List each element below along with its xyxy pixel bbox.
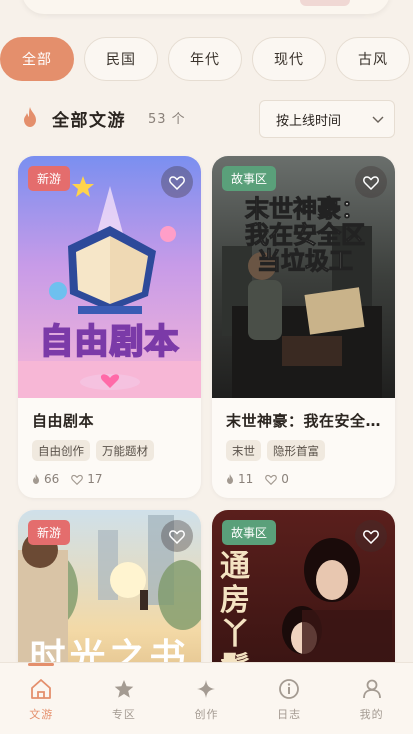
favorite-button[interactable] bbox=[161, 166, 193, 198]
badge-new: 新游 bbox=[28, 166, 71, 191]
nav-item-rizhi[interactable]: 日志 bbox=[248, 663, 331, 734]
game-card[interactable]: 故事区 末世神豪：我在安全区当垃圾工 末世神豪：我在安全区当垃圾工 末世 隐形首… bbox=[212, 156, 395, 498]
filter-chip-gufeng[interactable]: 古风 bbox=[336, 37, 410, 81]
nav-label: 专区 bbox=[111, 708, 136, 721]
play-count: 11 bbox=[226, 472, 253, 486]
star-icon bbox=[114, 680, 134, 698]
nav-label: 日志 bbox=[277, 708, 302, 721]
info-icon bbox=[279, 679, 299, 699]
filter-chip-xiandai[interactable]: 现代 bbox=[252, 37, 326, 81]
nav-label: 文游 bbox=[29, 708, 54, 721]
favorite-button[interactable] bbox=[355, 520, 387, 552]
filter-chip-niandai[interactable]: 年代 bbox=[168, 37, 242, 81]
nav-item-zhuanqu[interactable]: 专区 bbox=[83, 663, 166, 734]
filter-chips: 全部 民国 年代 现代 古风 bbox=[0, 37, 413, 81]
nav-label: 创作 bbox=[194, 708, 219, 721]
play-count-value: 11 bbox=[238, 472, 254, 486]
fire-icon bbox=[227, 474, 233, 484]
favorite-button[interactable] bbox=[161, 520, 193, 552]
banner-accent bbox=[300, 0, 350, 6]
heart-icon bbox=[363, 175, 379, 190]
cover-title: 末世神豪：我在安全区当垃圾工 bbox=[245, 195, 366, 275]
card-title: 自由剧本 bbox=[32, 412, 95, 430]
like-count-value: 17 bbox=[87, 472, 103, 486]
card-stats: 66 17 bbox=[32, 472, 187, 486]
badge-new: 新游 bbox=[28, 520, 71, 545]
nav-label: 我的 bbox=[359, 708, 384, 721]
tag: 隐形首富 bbox=[267, 440, 325, 461]
top-banner[interactable] bbox=[22, 0, 390, 14]
home-icon bbox=[31, 679, 52, 699]
section-title: 全部文游 bbox=[52, 111, 126, 131]
nav-item-wenyou[interactable]: 文游 bbox=[0, 663, 83, 734]
sort-select-value: 按上线时间 bbox=[276, 113, 342, 129]
badge-story: 故事区 bbox=[222, 520, 277, 545]
tag-list: 自由创作 万能题材 bbox=[32, 440, 187, 461]
card-title: 末世神豪：我在安全区当垃圾工 bbox=[226, 412, 381, 430]
section-header: 全部文游 53 个 按上线时间 bbox=[20, 100, 395, 138]
heart-icon bbox=[363, 529, 379, 544]
card-cover: 故事区 末世神豪：我在安全区当垃圾工 bbox=[212, 156, 395, 398]
game-card[interactable]: 新游 自由剧本 自由剧本 自由创作 万能题材 66 17 bbox=[18, 156, 201, 498]
card-stats: 11 0 bbox=[226, 472, 381, 486]
filter-chip-minguo[interactable]: 民国 bbox=[84, 37, 158, 81]
like-count-value: 0 bbox=[281, 472, 289, 486]
card-info: 自由剧本 自由创作 万能题材 66 17 bbox=[18, 398, 201, 498]
tag: 自由创作 bbox=[32, 440, 90, 461]
heart-icon bbox=[265, 474, 278, 485]
nav-item-chuangzuo[interactable]: 创作 bbox=[165, 663, 248, 734]
play-count: 66 bbox=[32, 472, 59, 486]
filter-chip-all[interactable]: 全部 bbox=[0, 37, 74, 81]
heart-icon bbox=[71, 474, 84, 485]
tag-list: 末世 隐形首富 bbox=[226, 440, 381, 461]
like-count: 17 bbox=[71, 472, 103, 486]
tag: 末世 bbox=[226, 440, 261, 461]
fire-icon bbox=[33, 474, 39, 484]
favorite-button[interactable] bbox=[355, 166, 387, 198]
nav-item-wode[interactable]: 我的 bbox=[330, 663, 413, 734]
heart-icon bbox=[169, 175, 185, 190]
like-count: 0 bbox=[265, 472, 289, 486]
card-info: 末世神豪：我在安全区当垃圾工 末世 隐形首富 11 0 bbox=[212, 398, 395, 498]
section-count: 53 个 bbox=[148, 112, 186, 127]
chevron-down-icon bbox=[372, 116, 384, 123]
heart-icon bbox=[169, 529, 185, 544]
sort-select[interactable]: 按上线时间 bbox=[259, 100, 395, 138]
bottom-nav: 文游 专区 创作 日志 我的 bbox=[0, 662, 413, 734]
cover-title: 自由剧本 bbox=[39, 321, 180, 363]
badge-story: 故事区 bbox=[222, 166, 277, 191]
fire-icon bbox=[24, 107, 36, 127]
play-count-value: 66 bbox=[44, 472, 60, 486]
user-icon bbox=[362, 679, 381, 699]
tag: 万能题材 bbox=[96, 440, 154, 461]
sparkle-icon bbox=[197, 680, 216, 698]
card-cover: 新游 自由剧本 bbox=[18, 156, 201, 398]
